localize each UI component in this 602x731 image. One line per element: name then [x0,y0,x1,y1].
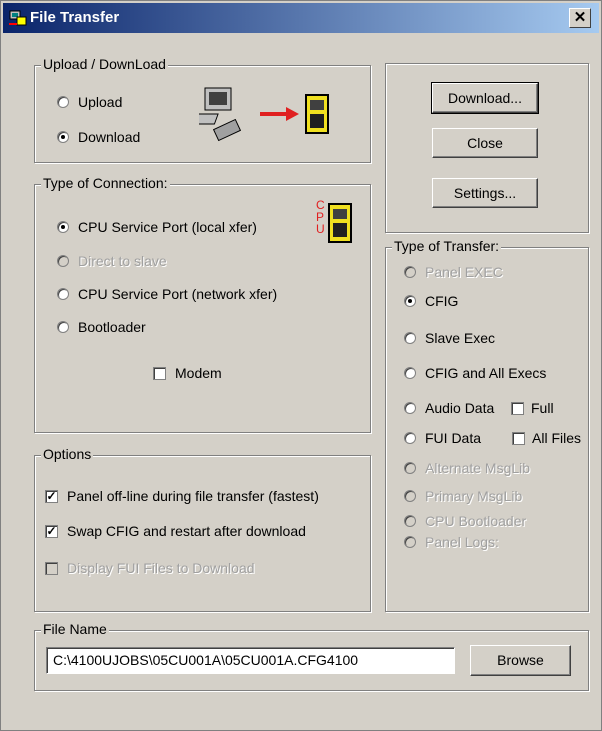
close-icon[interactable]: ✕ [569,8,591,28]
radio-button[interactable] [57,131,69,143]
checkbox-box[interactable] [511,401,524,415]
checkbox-box [45,561,58,575]
radio-button[interactable] [57,96,69,108]
app-icon [9,10,27,26]
radio-audio-data[interactable]: Audio Data [404,400,494,416]
checkbox-panel-offline[interactable]: ✓ Panel off-line during file transfer (fa… [45,488,319,504]
download-button[interactable]: Download... [431,82,539,114]
checkbox-all-files[interactable]: All Files [512,430,581,446]
checkbox-modem[interactable]: Modem [153,365,222,381]
computer-icon [199,87,242,142]
connection-group: Type of Connection: CPU Service Port (lo… [34,175,371,433]
radio-button [404,462,416,474]
radio-button [404,490,416,502]
radio-cfig-all-execs[interactable]: CFIG and All Execs [404,365,546,381]
checkbox-box[interactable]: ✓ [45,489,58,503]
checkbox-box[interactable] [512,431,525,445]
group-legend: Type of Connection: [41,175,170,191]
panel-icon [305,94,329,134]
radio-button[interactable] [404,402,416,414]
file-name-input[interactable]: C:\4100UJOBS\05CU001A\05CU001A.CFG4100 [46,647,455,674]
radio-button [404,515,416,527]
transfer-group: Type of Transfer: Panel EXEC CFIG Slave … [385,238,589,612]
radio-button[interactable] [404,367,416,379]
close-button[interactable]: Close [432,128,538,158]
group-legend: Options [41,446,94,462]
file-name-group: File Name C:\4100UJOBS\05CU001A\05CU001A… [34,621,589,691]
radio-button[interactable] [57,221,69,233]
window-title: File Transfer [30,9,120,26]
radio-cpu-local[interactable]: CPU Service Port (local xfer) [57,219,257,235]
options-group: Options ✓ Panel off-line during file tran… [34,446,371,612]
checkbox-full[interactable]: Full [511,400,554,416]
radio-cfig[interactable]: CFIG [404,293,458,309]
radio-bootloader[interactable]: Bootloader [57,319,146,335]
upload-download-group: Upload / DownLoad Upload Download [34,56,371,163]
radio-panel-logs: Panel Logs: [404,534,499,550]
radio-direct-to-slave: Direct to slave [57,253,167,269]
checkbox-swap-cfig[interactable]: ✓ Swap CFIG and restart after download [45,523,306,539]
checkbox-display-fui: Display FUI Files to Download [45,560,255,576]
browse-button[interactable]: Browse [470,645,571,676]
group-legend: Upload / DownLoad [41,56,168,72]
arrow-icon [260,107,299,121]
radio-button [404,536,416,548]
checkbox-box[interactable] [153,366,166,380]
radio-upload[interactable]: Upload [57,94,122,110]
title-bar: File Transfer ✕ [3,3,599,33]
cpu-label: C P U [316,198,325,236]
radio-button[interactable] [404,432,416,444]
radio-button [404,266,416,278]
cpu-panel-icon [328,203,352,243]
radio-button[interactable] [404,332,416,344]
radio-fui-data[interactable]: FUI Data [404,430,481,446]
radio-cpu-bootloader: CPU Bootloader [404,513,526,529]
group-legend: Type of Transfer: [392,238,502,254]
radio-primary-msglib: Primary MsgLib [404,488,522,504]
radio-slave-exec[interactable]: Slave Exec [404,330,495,346]
settings-button[interactable]: Settings... [432,178,538,208]
radio-button [57,255,69,267]
group-legend: File Name [41,621,109,637]
radio-button[interactable] [57,321,69,333]
radio-alternate-msglib: Alternate MsgLib [404,460,530,476]
checkbox-box[interactable]: ✓ [45,524,58,538]
radio-button[interactable] [404,295,416,307]
file-transfer-dialog: File Transfer ✕ Upload / DownLoad Upload… [0,0,602,731]
radio-button[interactable] [57,288,69,300]
radio-panel-exec: Panel EXEC [404,264,503,280]
radio-cpu-network[interactable]: CPU Service Port (network xfer) [57,286,277,302]
radio-download[interactable]: Download [57,129,140,145]
actions-group: Download... Close Settings... [385,63,589,233]
